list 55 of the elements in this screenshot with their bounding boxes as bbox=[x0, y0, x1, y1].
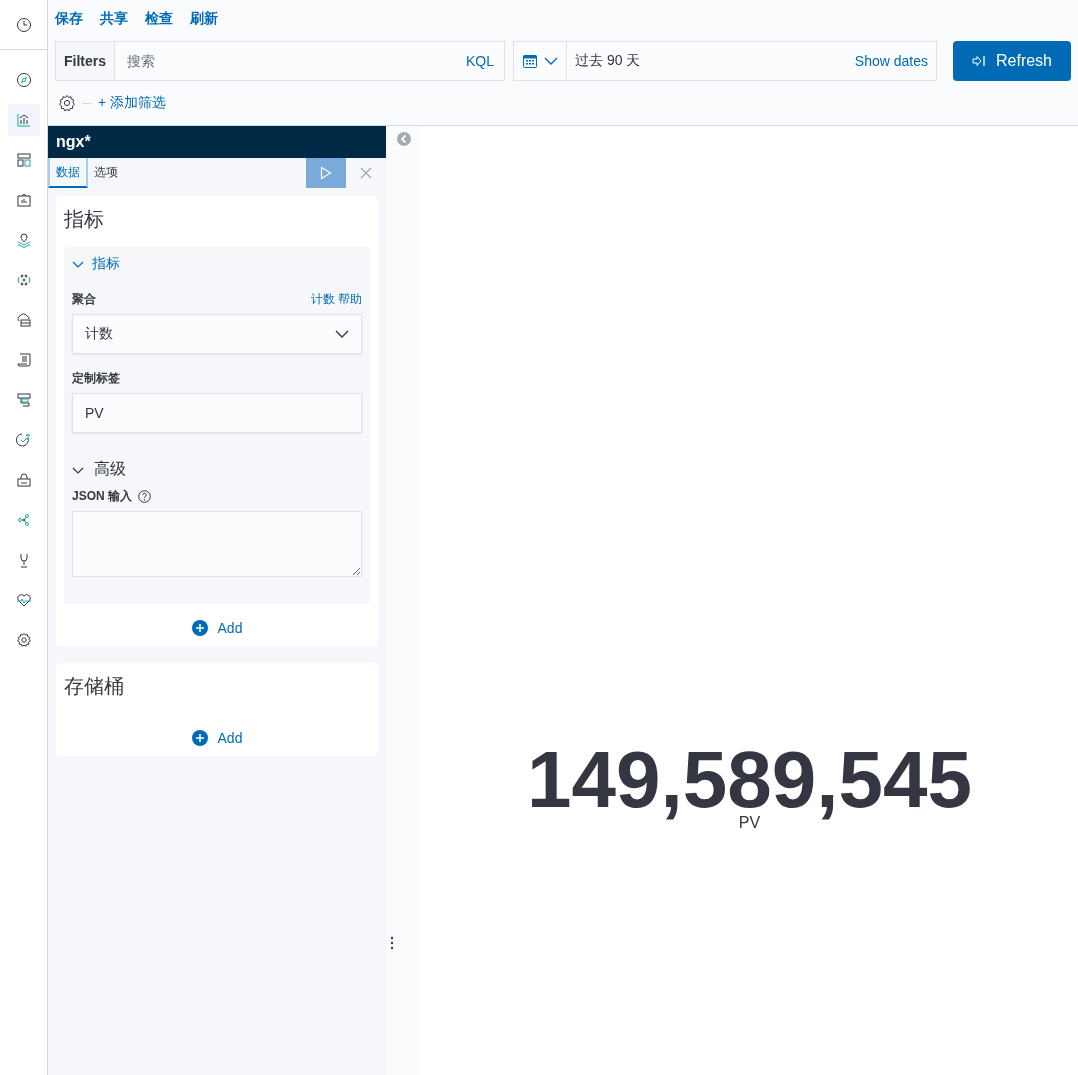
custom-label-field[interactable]: PV bbox=[72, 393, 362, 433]
index-pattern-title: ngx* bbox=[56, 133, 91, 151]
menu-link[interactable]: 刷新 bbox=[190, 10, 218, 28]
resize-handle-icon[interactable] bbox=[390, 936, 394, 950]
add-filter-link[interactable]: + 添加筛选 bbox=[98, 94, 167, 112]
help-link[interactable]: 计数 帮助 bbox=[310, 291, 362, 308]
check-arrow-icon bbox=[15, 432, 32, 448]
show-dates-link[interactable]: Show dates bbox=[846, 53, 936, 69]
chevron-down-icon bbox=[335, 329, 349, 339]
graph-nodes-icon bbox=[15, 512, 32, 528]
nav-item[interactable] bbox=[7, 104, 40, 136]
apply-button[interactable] bbox=[306, 158, 346, 188]
settings-icon[interactable] bbox=[58, 94, 76, 112]
compass-icon bbox=[15, 72, 32, 88]
date-range-text: 过去 90 天 bbox=[574, 52, 642, 70]
json-input-field[interactable] bbox=[72, 511, 362, 577]
scroll-icon bbox=[15, 352, 32, 368]
close-icon bbox=[360, 167, 372, 179]
plus-circle-icon bbox=[191, 620, 208, 636]
section-title: 指标 bbox=[64, 207, 105, 232]
refresh-arrow-icon bbox=[972, 55, 986, 67]
search-field[interactable]: 搜索 bbox=[115, 41, 456, 81]
clock-icon bbox=[15, 16, 32, 33]
heartbeat-icon bbox=[15, 592, 32, 608]
calendar-icon bbox=[522, 53, 538, 69]
chart-icon bbox=[15, 112, 32, 128]
field-label: 聚合 bbox=[72, 291, 96, 308]
dotted-circle-icon bbox=[15, 272, 32, 288]
filters-label[interactable]: Filters bbox=[55, 41, 115, 81]
aggregation-select[interactable]: 计数 bbox=[72, 314, 362, 354]
map-pin-icon bbox=[15, 232, 32, 248]
section-title: 存储桶 bbox=[64, 674, 125, 699]
plus-circle-icon bbox=[191, 730, 208, 746]
monitor-icon bbox=[15, 392, 32, 408]
field-label: 定制标签 bbox=[72, 370, 121, 387]
tab[interactable]: 数据 bbox=[48, 158, 88, 188]
menu-link[interactable]: 共享 bbox=[100, 10, 128, 28]
refresh-button[interactable]: Refresh bbox=[953, 41, 1071, 81]
query-language-link[interactable]: KQL bbox=[456, 41, 505, 81]
dashboard-icon bbox=[15, 152, 32, 168]
settings-icon bbox=[15, 632, 32, 648]
menu-link[interactable]: 检查 bbox=[145, 10, 173, 28]
advanced-toggle[interactable]: 高级 bbox=[72, 459, 362, 480]
menu-link[interactable]: 保存 bbox=[55, 10, 83, 28]
help-icon[interactable] bbox=[138, 490, 151, 503]
lock-icon bbox=[15, 472, 32, 488]
chevron-down-icon bbox=[544, 56, 558, 66]
collapse-icon[interactable] bbox=[396, 132, 411, 146]
add-button[interactable]: Add bbox=[191, 730, 243, 746]
tab[interactable]: 选项 bbox=[88, 158, 124, 188]
play-icon bbox=[320, 166, 332, 180]
add-button[interactable]: Add bbox=[191, 620, 243, 636]
field-label: JSON 输入 bbox=[72, 488, 132, 505]
canvas-icon bbox=[15, 192, 32, 208]
metric-toggle[interactable]: 指标 bbox=[72, 255, 362, 273]
